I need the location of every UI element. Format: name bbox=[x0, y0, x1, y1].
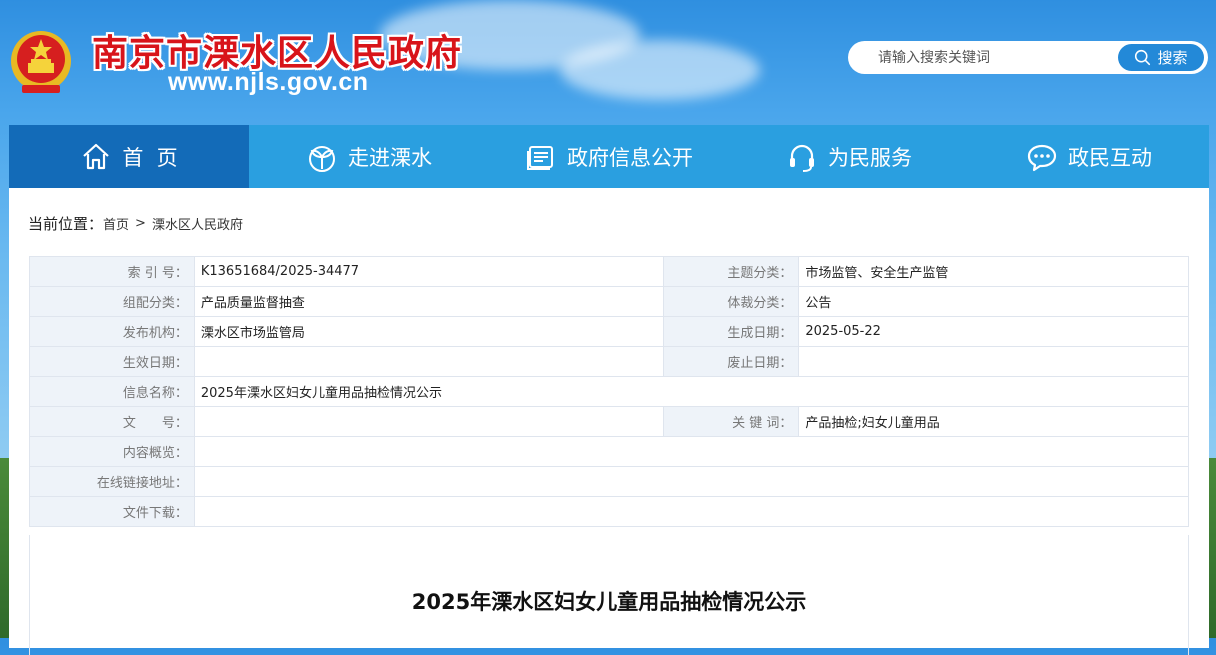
national-emblem-icon bbox=[11, 31, 71, 93]
meta-value: 溧水区市场监管局 bbox=[193, 316, 665, 347]
breadcrumb-separator: > bbox=[135, 216, 146, 231]
meta-value: 2025年溧水区妇女儿童用品抽检情况公示 bbox=[193, 376, 1190, 407]
meta-value: 产品质量监督抽查 bbox=[193, 286, 665, 317]
site-url: www.njls.gov.cn bbox=[168, 68, 369, 96]
table-row: 组配分类： 产品质量监督抽查 体裁分类： 公告 bbox=[29, 286, 1189, 317]
table-row: 文 号： 关 键 词： 产品抽检;妇女儿童用品 bbox=[29, 406, 1189, 437]
table-row: 内容概览： bbox=[29, 436, 1190, 467]
meta-value: 市场监管、安全生产监管 bbox=[798, 256, 1189, 287]
meta-key: 生成日期： bbox=[663, 316, 800, 347]
article-title: 2025年溧水区妇女儿童用品抽检情况公示 bbox=[411, 590, 807, 614]
meta-key: 生效日期： bbox=[29, 346, 195, 377]
nav-item-about-lishui[interactable]: 走进溧水 bbox=[249, 125, 489, 188]
meta-key: 组配分类： bbox=[29, 286, 195, 317]
meta-key: 体裁分类： bbox=[663, 286, 800, 317]
breadcrumb: 当前位置： 首页 > 溧水区人民政府 bbox=[28, 213, 243, 234]
meta-key: 主题分类： bbox=[663, 256, 800, 287]
meta-value bbox=[193, 346, 665, 377]
breadcrumb-link-home[interactable]: 首页 bbox=[103, 214, 129, 233]
meta-key: 发布机构： bbox=[29, 316, 195, 347]
nav-item-label: 首 页 bbox=[122, 145, 178, 170]
search-icon bbox=[1135, 49, 1151, 66]
document-icon bbox=[527, 145, 553, 170]
meta-value: 公告 bbox=[798, 286, 1189, 317]
nav-item-home[interactable]: 首 页 bbox=[9, 125, 249, 188]
meta-value bbox=[798, 346, 1189, 377]
table-row: 发布机构： 溧水区市场监管局 生成日期： 2025-05-22 bbox=[29, 316, 1189, 347]
meta-key: 废止日期： bbox=[663, 346, 800, 377]
table-row: 索 引 号： K13651684/2025-34477 主题分类： 市场监管、安… bbox=[29, 256, 1189, 287]
meta-key: 内容概览： bbox=[29, 436, 195, 467]
breadcrumb-label: 当前位置： bbox=[28, 215, 104, 233]
search-input[interactable] bbox=[876, 47, 1110, 69]
nav-item-label: 走进溧水 bbox=[348, 145, 432, 170]
main-content: 当前位置： 首页 > 溧水区人民政府 索 引 号： K13651684/2025… bbox=[9, 188, 1209, 655]
home-icon bbox=[83, 143, 110, 169]
meta-key: 索 引 号： bbox=[29, 256, 195, 287]
site-header: 南京市溧水区人民政府 www.njls.gov.cn 搜索 bbox=[0, 0, 1216, 125]
meta-key: 关 键 词： bbox=[663, 406, 800, 437]
nav-item-label: 为民服务 bbox=[828, 145, 912, 170]
nav-item-services[interactable]: 为民服务 bbox=[729, 125, 969, 188]
meta-key: 文件下载： bbox=[29, 496, 195, 527]
nav-item-label: 政府信息公开 bbox=[567, 145, 693, 170]
main-nav: 首 页 走进溧水 政府信息公开 为民服务 政民互动 bbox=[9, 125, 1209, 188]
meta-key: 信息名称： bbox=[29, 376, 195, 407]
meta-value[interactable] bbox=[193, 466, 1190, 497]
meta-value: 产品抽检;妇女儿童用品 bbox=[798, 406, 1189, 437]
meta-value[interactable] bbox=[193, 496, 1190, 527]
search-button[interactable]: 搜索 bbox=[1118, 44, 1204, 71]
meta-value: 2025-05-22 bbox=[798, 316, 1189, 347]
nav-item-interaction[interactable]: 政民互动 bbox=[969, 125, 1209, 188]
search-box: 搜索 bbox=[848, 41, 1208, 74]
search-button-label: 搜索 bbox=[1157, 49, 1188, 67]
meta-value bbox=[193, 436, 1190, 467]
table-row: 信息名称： 2025年溧水区妇女儿童用品抽检情况公示 bbox=[29, 376, 1190, 407]
breadcrumb-link-district[interactable]: 溧水区人民政府 bbox=[152, 214, 243, 233]
headset-icon bbox=[790, 144, 814, 172]
leaf-icon bbox=[309, 145, 335, 172]
chat-icon bbox=[1027, 144, 1057, 171]
meta-value: K13651684/2025-34477 bbox=[193, 256, 665, 287]
meta-key: 在线链接地址： bbox=[29, 466, 195, 497]
nav-item-label: 政民互动 bbox=[1068, 145, 1152, 170]
table-row: 文件下载： bbox=[29, 496, 1190, 527]
table-row: 在线链接地址： bbox=[29, 466, 1190, 497]
nav-item-gov-info[interactable]: 政府信息公开 bbox=[489, 125, 729, 188]
meta-key: 文 号： bbox=[29, 406, 195, 437]
meta-value bbox=[193, 406, 665, 437]
table-row: 生效日期： 废止日期： bbox=[29, 346, 1189, 377]
info-metadata-table: 索 引 号： K13651684/2025-34477 主题分类： 市场监管、安… bbox=[29, 256, 1190, 527]
